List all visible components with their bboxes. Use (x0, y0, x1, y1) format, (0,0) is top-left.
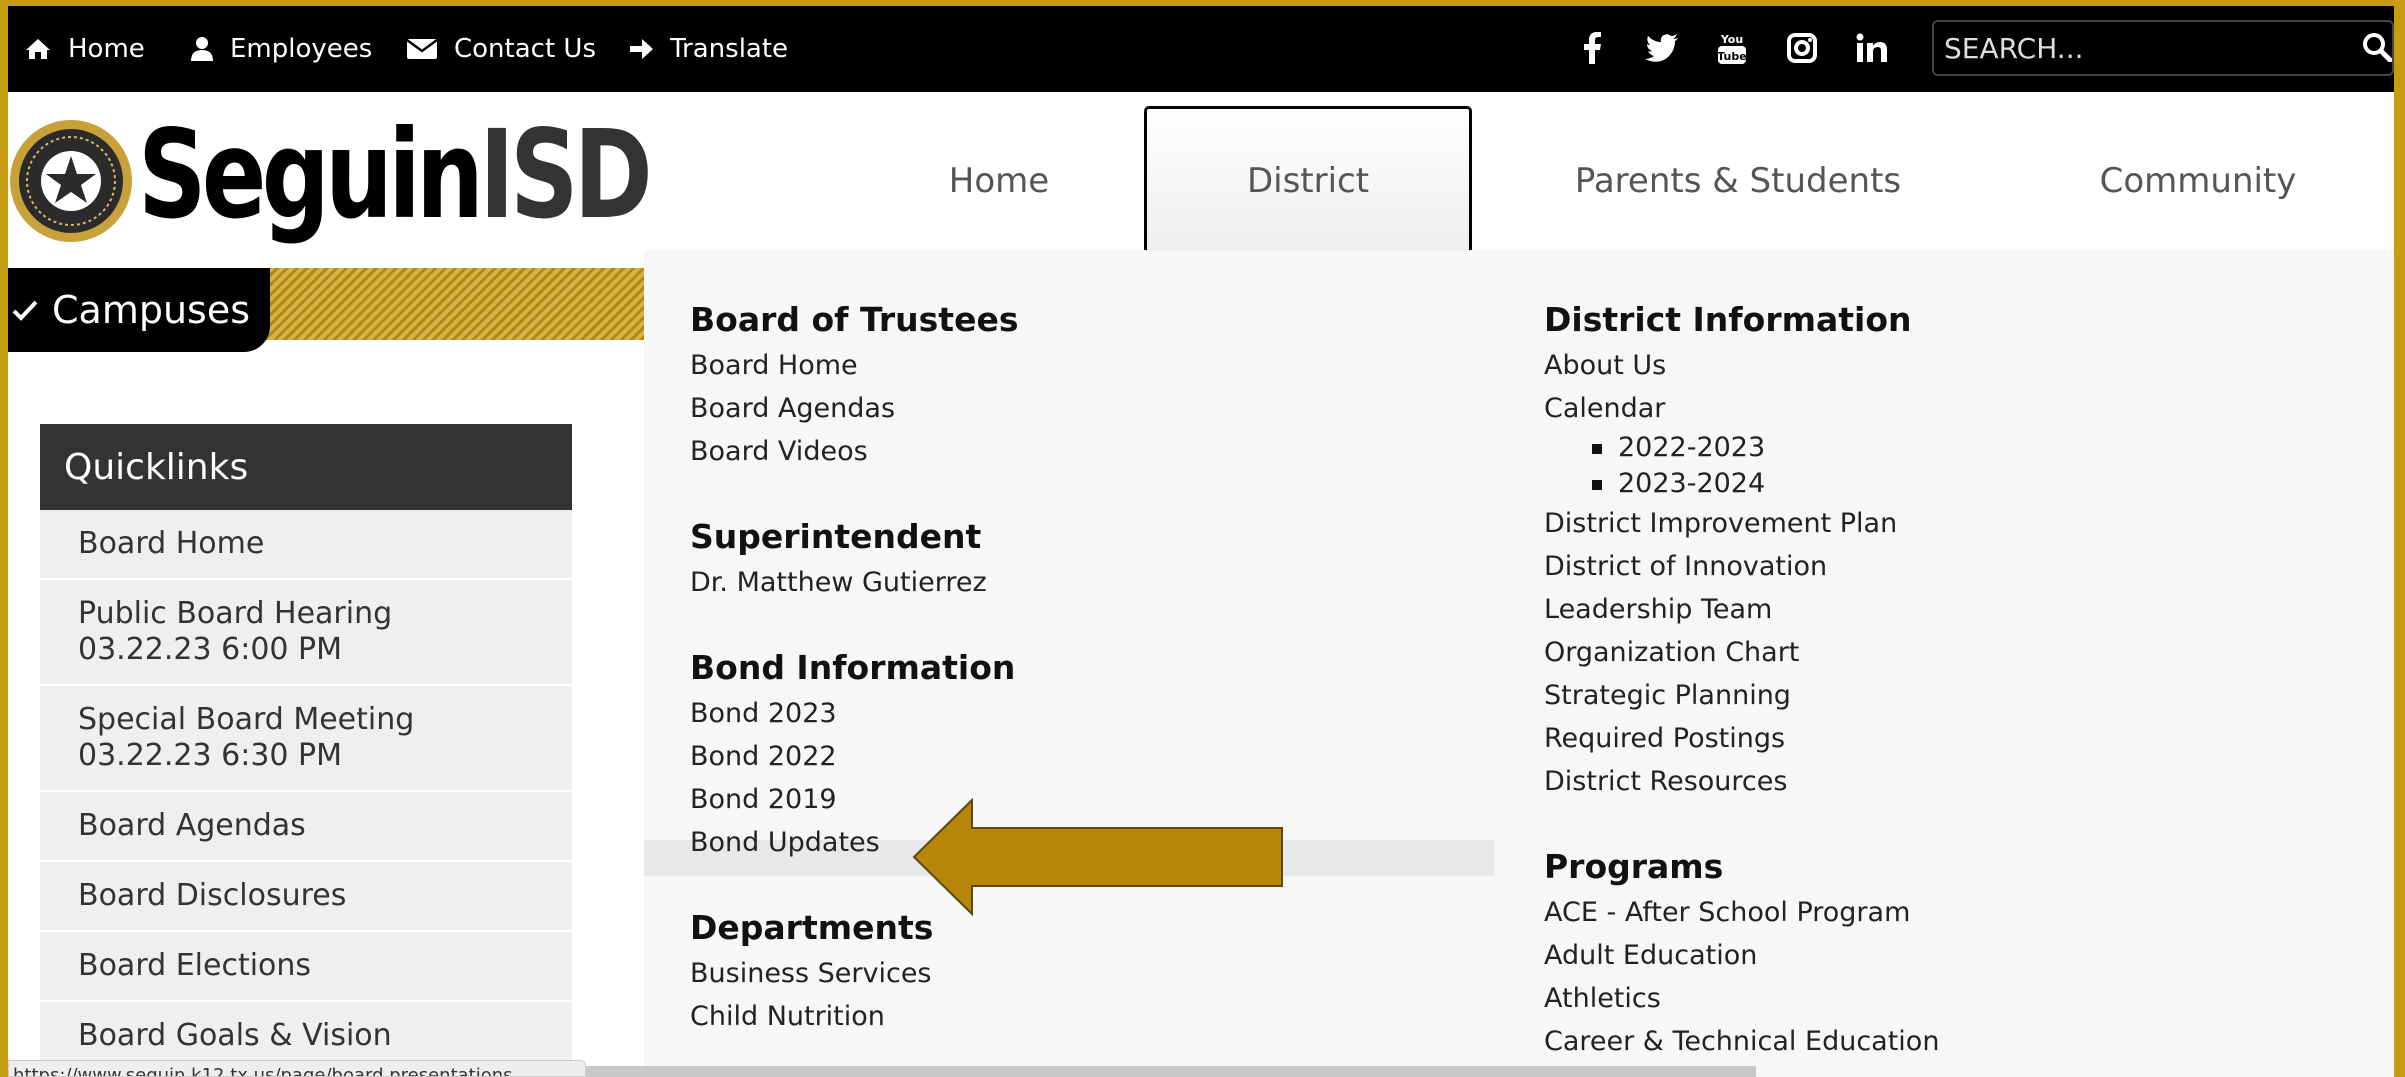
menu-link-bond-2023[interactable]: Bond 2023 (690, 692, 1018, 735)
top-link-employees[interactable]: Employees (190, 6, 372, 92)
district-seal-logo[interactable] (8, 118, 134, 244)
arrow-right-icon (630, 39, 653, 59)
quicklinks-title: Quicklinks (40, 424, 572, 510)
top-link-translate-label: Translate (670, 34, 789, 64)
menu-link-organization-chart[interactable]: Organization Chart (1544, 631, 1939, 674)
board-of-trustees-heading: Board of Trustees (690, 300, 1019, 339)
top-link-contact[interactable]: Contact Us (406, 6, 596, 92)
page-frame: Home Employees Contact Us Translate You T… (8, 6, 2394, 1077)
bond-information-heading: Bond Information (690, 648, 1016, 687)
top-link-employees-label: Employees (230, 34, 373, 64)
quicklink-label: Board Disclosures (78, 878, 347, 913)
quicklink-special-board-meeting[interactable]: Special Board Meeting 03.22.23 6:30 PM (40, 686, 572, 792)
menu-link-athletics[interactable]: Athletics (1544, 977, 1939, 1020)
campuses-label: Campuses (52, 288, 251, 332)
menu-link-leadership-team[interactable]: Leadership Team (1544, 588, 1939, 631)
quicklink-board-disclosures[interactable]: Board Disclosures (40, 862, 572, 932)
menu-link-ace-program[interactable]: ACE - After School Program (1544, 891, 1939, 934)
menu-link-superintendent[interactable]: Dr. Matthew Gutierrez (690, 561, 1018, 604)
menu-sublink-calendar-2023[interactable]: 2023-2024 (1544, 466, 1939, 502)
calendar-year-label: 2023-2024 (1618, 468, 1766, 499)
superintendent-heading: Superintendent (690, 517, 982, 556)
top-link-home[interactable]: Home (24, 6, 145, 92)
menu-link-improvement-plan[interactable]: District Improvement Plan (1544, 502, 1939, 545)
checkmark-icon (12, 300, 38, 321)
horizontal-scrollbar[interactable] (586, 1066, 1756, 1077)
search-input[interactable] (1934, 22, 2334, 74)
instagram-link[interactable] (1782, 28, 1822, 68)
menu-link-required-postings[interactable]: Required Postings (1544, 717, 1939, 760)
top-link-translate[interactable]: Translate (628, 6, 788, 92)
linkedin-link[interactable] (1852, 28, 1892, 68)
browser-status-url: https://www.seguin.k12.tx.us/page/board.… (8, 1060, 586, 1077)
menu-link-district-resources[interactable]: District Resources (1544, 760, 1939, 803)
nav-community[interactable]: Community (2018, 106, 2378, 256)
menu-link-board-agendas[interactable]: Board Agendas (690, 387, 1018, 430)
home-icon (26, 39, 50, 59)
facebook-link[interactable] (1572, 28, 1612, 68)
youtube-icon: You Tube (1717, 33, 1747, 64)
menu-link-bond-2022[interactable]: Bond 2022 (690, 735, 1018, 778)
annotation-arrow-icon (912, 798, 1283, 916)
menu-link-cte[interactable]: Career & Technical Education (1544, 1020, 1939, 1063)
dropdown-left-column: Board of Trustees Board Home Board Agend… (690, 300, 1018, 1038)
district-information-heading: District Information (1544, 300, 1912, 339)
top-link-home-label: Home (68, 34, 145, 64)
quicklink-public-board-hearing[interactable]: Public Board Hearing 03.22.23 6:00 PM (40, 580, 572, 686)
quicklink-board-agendas[interactable]: Board Agendas (40, 792, 572, 862)
search-box (1932, 20, 2394, 76)
svg-text:Tube: Tube (1717, 50, 1746, 63)
youtube-link[interactable]: You Tube (1712, 28, 1752, 68)
district-wordmark[interactable]: SeguinISD (138, 114, 653, 236)
menu-link-calendar[interactable]: Calendar (1544, 387, 1939, 430)
nav-home[interactable]: Home (884, 106, 1114, 256)
quicklinks-panel: Quicklinks Board Home Public Board Heari… (40, 424, 572, 1072)
linkedin-icon (1856, 33, 1887, 62)
quicklink-board-home[interactable]: Board Home (40, 510, 572, 580)
envelope-icon (406, 38, 438, 59)
top-utility-bar: Home Employees Contact Us Translate You T… (8, 6, 2394, 92)
user-icon (191, 37, 213, 61)
wordmark-isd: ISD (479, 104, 653, 246)
quicklink-label: Special Board Meeting (78, 702, 415, 737)
quicklink-date: 03.22.23 6:30 PM (78, 738, 343, 773)
menu-link-board-videos[interactable]: Board Videos (690, 430, 1018, 473)
menu-link-adult-education[interactable]: Adult Education (1544, 934, 1939, 977)
quicklink-label: Board Elections (78, 948, 312, 983)
svg-text:You: You (1720, 33, 1743, 46)
nav-district[interactable]: District (1144, 106, 1472, 256)
quicklink-date: 03.22.23 6:00 PM (78, 632, 343, 667)
quicklink-label: Public Board Hearing (78, 596, 393, 631)
wordmark-seguin: Seguin (138, 104, 484, 246)
top-link-contact-label: Contact Us (454, 34, 596, 64)
twitter-icon (1645, 34, 1678, 62)
menu-link-board-home[interactable]: Board Home (690, 344, 1018, 387)
menu-link-about-us[interactable]: About Us (1544, 344, 1939, 387)
programs-heading: Programs (1544, 847, 1724, 886)
twitter-link[interactable] (1642, 28, 1682, 68)
menu-sublink-calendar-2022[interactable]: 2022-2023 (1544, 430, 1939, 466)
menu-link-business-services[interactable]: Business Services (690, 952, 1018, 995)
quicklink-board-elections[interactable]: Board Elections (40, 932, 572, 1002)
facebook-icon (1584, 32, 1601, 64)
calendar-year-label: 2022-2023 (1618, 432, 1766, 463)
menu-link-child-nutrition[interactable]: Child Nutrition (690, 995, 1018, 1038)
menu-link-district-of-innovation[interactable]: District of Innovation (1544, 545, 1939, 588)
dropdown-right-column: District Information About Us Calendar 2… (1544, 300, 1939, 1063)
instagram-icon (1787, 33, 1817, 63)
nav-parents-students[interactable]: Parents & Students (1508, 106, 1968, 256)
district-dropdown-menu: Board of Trustees Board Home Board Agend… (644, 250, 2394, 1077)
campuses-toggle[interactable]: Campuses (8, 268, 270, 352)
menu-link-strategic-planning[interactable]: Strategic Planning (1544, 674, 1939, 717)
search-icon[interactable] (2362, 32, 2392, 62)
quicklink-label: Board Goals & Vision (78, 1018, 392, 1053)
quicklink-label: Board Agendas (78, 808, 306, 843)
quicklink-label: Board Home (78, 526, 265, 561)
